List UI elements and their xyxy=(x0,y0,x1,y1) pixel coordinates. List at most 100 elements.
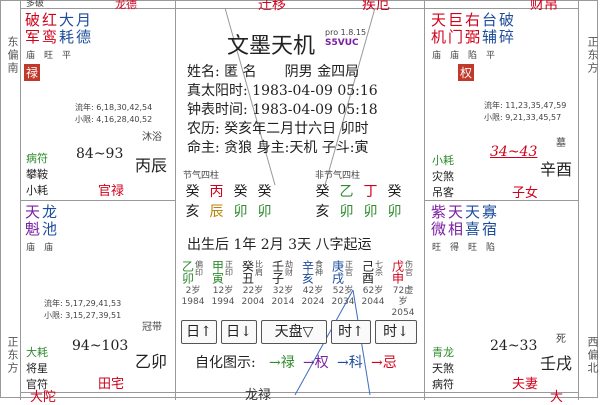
star: 池 xyxy=(41,220,57,238)
dayun-year: 2034 xyxy=(331,297,355,307)
info-clock: 钟表时间: 1983-04-09 05:18 xyxy=(187,102,378,118)
legend-lu: →禄 xyxy=(269,355,295,371)
ganzhi: 壬戌 xyxy=(540,354,573,373)
star: 耗 xyxy=(58,28,74,46)
day-down-button[interactable]: 日↓ xyxy=(221,320,257,344)
decade-range: 24~33 xyxy=(490,338,538,354)
minor-star: 天煞 xyxy=(432,362,454,375)
grid-line xyxy=(424,200,578,201)
start-luck: 出生后 1年 2月 3天 八字起运 xyxy=(187,237,372,253)
star: 魁 xyxy=(24,220,40,238)
star: 破 xyxy=(24,11,40,29)
dayun-year: 2054 xyxy=(391,308,415,318)
brightness: 旺 得 旺 陷 xyxy=(432,243,496,253)
minor-star: 将星 xyxy=(26,362,48,375)
bottom-label: 大陀 xyxy=(30,390,57,405)
life-stage: 冠带 xyxy=(142,322,162,333)
dayun-column[interactable]: 戊申 伤官 72虚岁 2054 xyxy=(391,258,415,319)
dayun-age: 42岁 xyxy=(302,286,324,296)
legend-ji: →忌 xyxy=(371,355,397,371)
legend-label: 自化图示: xyxy=(195,355,256,371)
dayun-ganzhi: 壬子 xyxy=(270,260,285,284)
dayun-year: 2024 xyxy=(301,297,325,307)
dayun-column[interactable]: 癸丑 比肩 22岁 2004 xyxy=(241,258,265,308)
dayun-age: 72虚岁 xyxy=(392,286,414,307)
star: 天 xyxy=(24,203,40,221)
pillar-branch: 亥 xyxy=(185,204,200,220)
star: 辅 xyxy=(481,28,497,46)
top-label: 龙德 xyxy=(115,0,137,11)
pillar-stem: 丁 xyxy=(363,184,378,200)
palace-name: 官禄 xyxy=(98,184,125,199)
star: 天 xyxy=(464,203,480,221)
dayun-column[interactable]: 壬子 劫财 32岁 2014 xyxy=(271,258,295,308)
star: 龙 xyxy=(41,203,57,221)
day-up-button[interactable]: 日↑ xyxy=(181,320,217,344)
dayun-year: 2044 xyxy=(361,297,385,307)
chart-select-button[interactable]: 天盘▽ xyxy=(261,320,327,344)
hua-quan-badge: 权 xyxy=(458,64,475,81)
star: 军 xyxy=(24,28,40,46)
dayun-column[interactable]: 乙卯 偏印 2岁 1984 xyxy=(181,258,205,308)
pillar-stem: 丙 xyxy=(209,184,224,200)
star: 宿 xyxy=(481,220,497,238)
dayun-age: 32岁 xyxy=(272,286,294,296)
ganzhi: 乙卯 xyxy=(135,352,168,371)
dayun-column[interactable]: 辛亥 食神 42岁 2024 xyxy=(301,258,325,308)
dayun-year: 1984 xyxy=(181,297,205,307)
liunian: 流年: 5,17,29,41,53 xyxy=(44,299,122,308)
minor-star: 病符 xyxy=(26,152,48,165)
ganzhi: 辛酉 xyxy=(540,160,573,179)
star: 相 xyxy=(447,220,463,238)
liunian: 流年: 6,18,30,42,54 xyxy=(75,103,153,112)
legend-ke: →科 xyxy=(337,355,363,371)
dayun-column[interactable]: 己酉 七杀 62岁 2044 xyxy=(361,258,385,308)
star: 天 xyxy=(430,11,446,29)
decade-range: 84~93 xyxy=(76,146,124,162)
hour-up-button[interactable]: 时↑ xyxy=(331,320,371,344)
grid-line xyxy=(578,0,579,400)
minor-star: 灾煞 xyxy=(432,170,454,183)
dayun-age: 12岁 xyxy=(212,286,234,296)
dayun-column[interactable]: 庚戌 正官 52岁 2034 xyxy=(331,258,355,308)
life-stage: 墓 xyxy=(556,138,566,149)
pillar-stem: 乙 xyxy=(339,184,354,200)
dayun-year: 2014 xyxy=(271,297,295,307)
dayun-tengod: 正官 xyxy=(344,260,354,276)
dayun-ganzhi: 庚戌 xyxy=(330,260,345,284)
direction-label: 东偏南 xyxy=(6,35,19,75)
dayun-ganzhi: 己酉 xyxy=(360,260,375,284)
hua-lu-badge: 禄 xyxy=(24,64,41,81)
dayun-tengod: 偏印 xyxy=(194,260,204,276)
star: 鸾 xyxy=(41,28,57,46)
minor-star: 小耗 xyxy=(26,184,48,197)
dayun-year: 1994 xyxy=(211,297,235,307)
dayun-age: 2岁 xyxy=(185,286,201,296)
decade-range: 94~103 xyxy=(72,338,129,354)
dayun-tengod: 食神 xyxy=(314,260,324,276)
pillar-branch: 卯 xyxy=(257,204,272,220)
pillar-stem: 癸 xyxy=(387,184,402,200)
dayun-ganzhi: 甲寅 xyxy=(210,260,225,284)
dayun-age: 52岁 xyxy=(332,286,354,296)
star: 门 xyxy=(447,28,463,46)
pillar-branch: 卯 xyxy=(363,204,378,220)
dayun-tengod: 比肩 xyxy=(254,260,264,276)
star: 微 xyxy=(430,220,446,238)
bottom-label: 龙禄 xyxy=(245,388,272,403)
minor-star: 吊客 xyxy=(432,186,454,199)
life-stage: 死 xyxy=(556,334,566,345)
hour-down-button[interactable]: 时↓ xyxy=(375,320,417,344)
star: 右 xyxy=(464,11,480,29)
minor-star: 病符 xyxy=(432,378,454,391)
minor-star: 青龙 xyxy=(432,346,454,359)
star: 德 xyxy=(75,28,91,46)
center-panel: 文墨天机 pro 1.8.15 S5VUC 姓名: 匿 名 阴男 金四局 真太阳… xyxy=(175,0,424,403)
star: 破 xyxy=(498,11,514,29)
dayun-column[interactable]: 甲寅 正印 12岁 1994 xyxy=(211,258,235,308)
pillar-branch: 卯 xyxy=(387,204,402,220)
dayun-tengod: 七杀 xyxy=(374,260,384,276)
star: 月 xyxy=(75,11,91,29)
star: 紫 xyxy=(430,203,446,221)
dayun-tengod: 伤官 xyxy=(404,260,414,276)
